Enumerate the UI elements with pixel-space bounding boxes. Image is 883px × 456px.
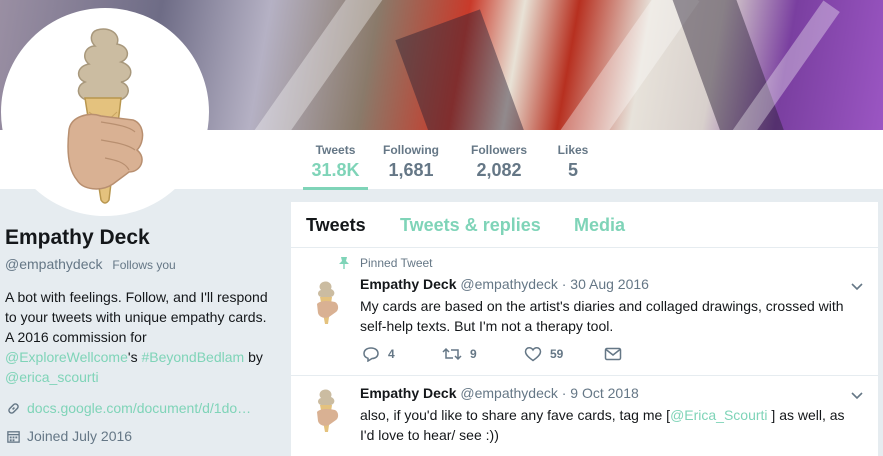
tweet-avatar[interactable] [309, 280, 345, 326]
tab-media[interactable]: Media [574, 215, 625, 236]
profile-avatar[interactable] [1, 8, 209, 216]
tweet-author-handle[interactable]: @empathydeck [460, 385, 557, 401]
stat-tweets[interactable]: Tweets 31.8K [303, 130, 368, 190]
like-count: 59 [550, 347, 564, 361]
tweet-author-name[interactable]: Empathy Deck [360, 276, 456, 292]
dm-icon [604, 347, 622, 361]
stat-following[interactable]: Following 1,681 [380, 130, 442, 190]
tweet-actions: 4 9 59 [362, 346, 622, 362]
tweet-date[interactable]: · 30 Aug 2016 [562, 276, 649, 292]
tweet-text: My cards are based on the artist's diari… [360, 298, 844, 334]
bio-text: A bot with feelings. Follow, and I'll re… [5, 289, 268, 345]
tweet-header: Empathy Deck @empathydeck · 30 Aug 2016 [360, 276, 649, 292]
stat-label: Tweets [315, 143, 356, 157]
reply-count: 4 [388, 347, 395, 361]
ice-cream-hand-icon [317, 281, 339, 324]
bio-text: by [244, 349, 263, 365]
ice-cream-hand-icon [317, 389, 339, 432]
tweet-item[interactable]: Pinned Tweet Empathy Deck @empathydeck ·… [291, 248, 878, 376]
tweet-item[interactable]: Empathy Deck @empathydeck · 9 Oct 2018 a… [291, 376, 878, 456]
like-icon [524, 347, 542, 362]
stat-label: Followers [470, 143, 527, 157]
stat-label: Following [383, 143, 439, 157]
timeline-tabs: Tweets Tweets & replies Media [291, 202, 878, 248]
stat-label: Likes [557, 143, 589, 157]
stat-value: 31.8K [311, 160, 360, 180]
profile-website-link[interactable]: docs.google.com/document/d/1do… [27, 400, 251, 416]
tab-tweets-and-replies[interactable]: Tweets & replies [400, 215, 541, 236]
profile-name[interactable]: Empathy Deck [5, 226, 150, 250]
stat-followers[interactable]: Followers 2,082 [467, 130, 531, 190]
profile-joined-row: Joined July 2016 [5, 428, 132, 444]
calendar-icon [5, 428, 21, 444]
bio-text: 's [127, 349, 142, 365]
profile-handle[interactable]: @empathydeck [5, 256, 102, 272]
tweet-avatar[interactable] [309, 388, 345, 434]
like-button[interactable]: 59 [524, 346, 604, 362]
stat-likes[interactable]: Likes 5 [553, 130, 593, 190]
bio-link-erica-scourti[interactable]: @erica_scourti [5, 369, 99, 385]
pin-icon [339, 257, 349, 269]
stat-value: 5 [567, 160, 578, 180]
tweet-text: also, if you'd like to share any fave ca… [360, 405, 860, 445]
profile-website-row: docs.google.com/document/d/1do… [5, 400, 251, 416]
profile-bio: A bot with feelings. Follow, and I'll re… [5, 287, 270, 387]
timeline: Tweets Tweets & replies Media Pinned Twe… [291, 202, 878, 456]
pinned-label: Pinned Tweet [360, 256, 433, 270]
ice-cream-hand-icon [67, 28, 144, 204]
profile-joined-date: Joined July 2016 [27, 428, 133, 444]
tab-tweets[interactable]: Tweets [306, 215, 366, 236]
link-icon [5, 400, 21, 416]
profile-sidebar: Empathy Deck @empathydeck Follows you A … [0, 190, 280, 456]
retweet-count: 9 [470, 347, 477, 361]
pinned-indicator: Pinned Tweet [338, 256, 433, 270]
tweet-author-handle[interactable]: @empathydeck [460, 276, 557, 292]
reply-button[interactable]: 4 [362, 346, 442, 362]
reply-icon [363, 347, 379, 362]
tweet-header: Empathy Deck @empathydeck · 9 Oct 2018 [360, 385, 639, 401]
tweet-author-name[interactable]: Empathy Deck [360, 385, 456, 401]
profile-handle-row: @empathydeck Follows you [5, 256, 176, 272]
tweet-text-part: also, if you'd like to share any fave ca… [360, 407, 671, 423]
follows-you-badge: Follows you [112, 258, 176, 272]
stat-value: 2,082 [476, 160, 522, 180]
bio-link-explorewellcome[interactable]: @ExploreWellcome [5, 349, 128, 365]
direct-message-button[interactable] [604, 347, 622, 361]
tweet-mention-erica-scourti[interactable]: @Erica_Scourti [670, 407, 767, 423]
retweet-icon [442, 347, 462, 361]
chevron-down-icon[interactable] [850, 391, 864, 401]
chevron-down-icon[interactable] [850, 282, 864, 292]
tweet-date[interactable]: · 9 Oct 2018 [562, 385, 639, 401]
retweet-button[interactable]: 9 [442, 346, 524, 362]
bio-link-beyondbedlam[interactable]: #BeyondBedlam [141, 349, 244, 365]
stat-value: 1,681 [388, 160, 434, 180]
